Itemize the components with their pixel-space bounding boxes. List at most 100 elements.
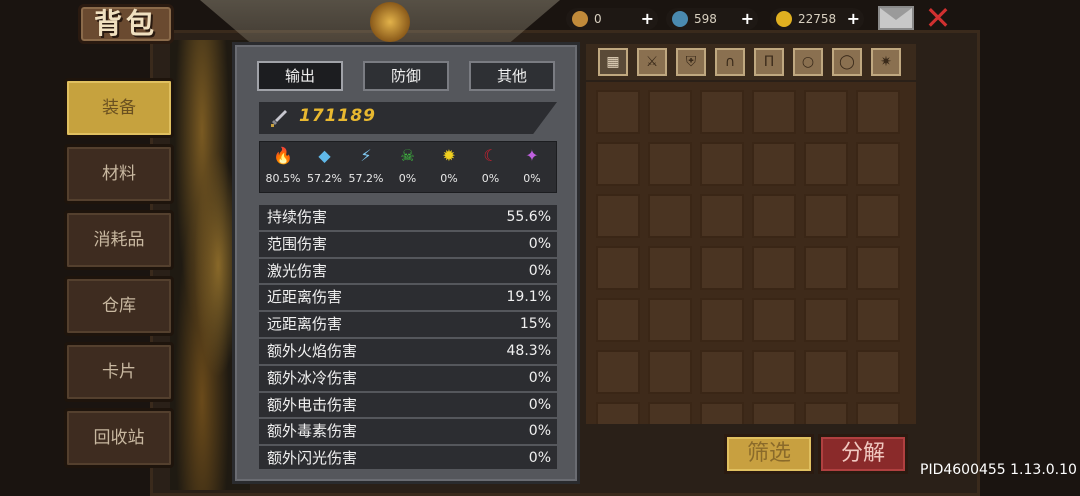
inventory-slot[interactable] — [752, 402, 796, 424]
element-stat: ◆ 57.2% — [305, 146, 345, 185]
element-value: 0% — [481, 172, 500, 185]
add-currency-icon[interactable]: + — [741, 8, 754, 30]
inventory-slot[interactable] — [856, 350, 900, 394]
inventory-slot[interactable] — [700, 246, 744, 290]
stat-row: 额外闪光伤害 0% — [259, 446, 557, 469]
stat-label: 激光伤害 — [267, 261, 328, 280]
element-value: 0% — [440, 172, 458, 185]
element-stat: ☾ 0% — [471, 146, 511, 185]
inventory-slot[interactable] — [856, 298, 900, 342]
inventory-slot[interactable] — [648, 194, 692, 238]
stat-row: 额外毒素伤害 0% — [259, 419, 557, 447]
stat-value: 48.3% — [506, 342, 551, 359]
inventory-slot[interactable] — [596, 194, 640, 238]
currency-value: 22758 — [798, 12, 837, 26]
inventory-slot[interactable] — [804, 350, 848, 394]
sidebar-tab[interactable]: 卡片 — [64, 342, 174, 402]
close-icon[interactable]: ✕ — [922, 2, 954, 34]
inventory-grid[interactable] — [586, 82, 916, 424]
inventory-slot[interactable] — [700, 402, 744, 424]
stat-row: 范围伤害 0% — [259, 232, 557, 259]
element-value: 80.5% — [265, 172, 301, 185]
stat-label: 远距离伤害 — [267, 315, 343, 334]
inventory-slot[interactable] — [700, 350, 744, 394]
inventory-slot[interactable] — [648, 402, 692, 424]
element-stat: ⚡ 57.2% — [346, 146, 386, 185]
inventory-slot[interactable] — [648, 142, 692, 186]
stat-value: 15% — [519, 316, 551, 333]
stat-label: 额外毒素伤害 — [267, 422, 358, 441]
inventory-slot[interactable] — [596, 142, 640, 186]
inventory-slot[interactable] — [752, 142, 796, 186]
inventory-slot[interactable] — [596, 90, 640, 134]
stat-row: 额外冰冷伤害 0% — [259, 366, 557, 393]
stat-value: 0% — [528, 235, 551, 252]
stats-panel: 输出 防御 其他 171189 🔥 80.5% ◆ 57.2% ⚡ 57.2% ☠ 0% ✹ 0% ☾ 0… — [232, 42, 580, 484]
stat-value: 55.6% — [506, 209, 551, 225]
fire-icon: 🔥 — [273, 146, 293, 165]
inventory-slot[interactable] — [752, 194, 796, 238]
necklace-icon[interactable]: ○ — [793, 48, 823, 76]
inventory-slot[interactable] — [752, 350, 796, 394]
inventory-slot[interactable] — [856, 194, 900, 238]
weapon-icon[interactable]: ⚔ — [637, 48, 667, 76]
inventory-slot[interactable] — [804, 90, 848, 134]
inventory-slot[interactable] — [700, 298, 744, 342]
inventory-slot[interactable] — [856, 142, 900, 186]
inventory-slot[interactable] — [648, 90, 692, 134]
grid-all-icon[interactable]: ▦ — [598, 48, 628, 76]
inventory-slot[interactable] — [596, 298, 640, 342]
inventory-slot[interactable] — [752, 90, 796, 134]
inventory-slot[interactable] — [856, 90, 900, 134]
inventory-slot[interactable] — [700, 90, 744, 134]
gem-slot-icon[interactable]: ✷ — [871, 48, 901, 76]
power-score: 171189 — [299, 106, 376, 126]
stats-tab[interactable]: 输出 — [257, 61, 343, 91]
ring-icon[interactable]: ◯ — [832, 48, 862, 76]
sidebar-tab[interactable]: 材料 — [64, 144, 174, 204]
inventory-slot[interactable] — [856, 402, 900, 424]
inventory-slot[interactable] — [804, 194, 848, 238]
stat-label: 持续伤害 — [267, 208, 328, 226]
filter-button[interactable]: 筛选 — [724, 434, 814, 474]
element-stat: ✦ 0% — [512, 146, 552, 185]
bag-icon — [572, 11, 588, 27]
stat-list[interactable]: 持续伤害 55.6% 范围伤害 0% 激光伤害 0% 近距离伤害 19.1% 远距离伤害 15% 额… — [259, 205, 557, 469]
inventory-slot[interactable] — [804, 298, 848, 342]
mail-icon[interactable] — [878, 6, 914, 30]
stats-tab[interactable]: 其他 — [469, 61, 555, 91]
dismantle-button[interactable]: 分解 — [818, 434, 908, 474]
arcane-icon: ✦ — [525, 146, 539, 165]
ice-icon: ◆ — [318, 146, 331, 165]
inventory-slot[interactable] — [804, 142, 848, 186]
inventory-slot[interactable] — [596, 350, 640, 394]
sidebar-tab[interactable]: 回收站 — [64, 408, 174, 468]
inventory-slot[interactable] — [700, 142, 744, 186]
sidebar-tab[interactable]: 消耗品 — [64, 210, 174, 270]
add-currency-icon[interactable]: + — [641, 8, 654, 30]
dark-moon-icon: ☾ — [483, 146, 498, 165]
inventory-slot[interactable] — [648, 298, 692, 342]
sidebar-tab[interactable]: 装备 — [64, 78, 174, 138]
inventory-slot[interactable] — [596, 402, 640, 424]
pants-icon[interactable]: Π — [754, 48, 784, 76]
inventory-slot[interactable] — [804, 246, 848, 290]
inventory-slot[interactable] — [856, 246, 900, 290]
inventory-slot[interactable] — [596, 246, 640, 290]
stats-tab[interactable]: 防御 — [363, 61, 449, 91]
currency-counter: 598 + — [666, 8, 758, 30]
inventory-slot[interactable] — [648, 246, 692, 290]
armor-icon[interactable]: ⛨ — [676, 48, 706, 76]
inventory-slot[interactable] — [752, 246, 796, 290]
stat-label: 额外闪光伤害 — [267, 449, 358, 468]
element-stat: ✹ 0% — [429, 146, 469, 185]
inventory-slot[interactable] — [700, 194, 744, 238]
stat-row: 远距离伤害 15% — [259, 312, 557, 339]
sidebar-tab[interactable]: 仓库 — [64, 276, 174, 336]
inventory-slot[interactable] — [752, 298, 796, 342]
coin-icon — [776, 11, 792, 27]
inventory-slot[interactable] — [648, 350, 692, 394]
add-currency-icon[interactable]: + — [847, 8, 860, 30]
inventory-slot[interactable] — [804, 402, 848, 424]
helmet-icon[interactable]: ∩ — [715, 48, 745, 76]
